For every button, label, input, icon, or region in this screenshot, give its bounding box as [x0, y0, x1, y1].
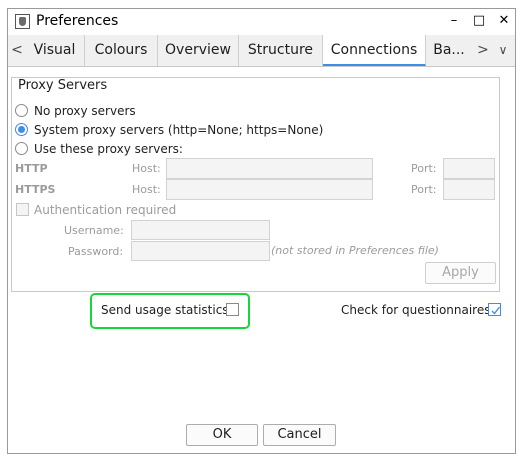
custom-proxy-radio[interactable] — [15, 142, 28, 155]
tab-visual[interactable]: Visual — [25, 35, 85, 66]
tab-structure[interactable]: Structure — [239, 35, 323, 66]
questionnaires-label[interactable]: Check for questionnaires — [341, 303, 490, 317]
minimize-icon[interactable]: – — [445, 13, 463, 29]
tab-colours[interactable]: Colours — [85, 35, 158, 66]
ok-button[interactable]: OK — [186, 424, 258, 446]
no-proxy-radio[interactable] — [15, 104, 28, 117]
checkmark-icon — [491, 306, 501, 315]
authentication-checkbox[interactable] — [16, 203, 29, 216]
username-label: Username: — [64, 224, 124, 237]
system-proxy-radio[interactable] — [15, 123, 28, 136]
http-host-label: Host: — [132, 162, 161, 175]
window-title: Preferences — [36, 13, 119, 29]
password-input[interactable] — [131, 241, 270, 261]
http-port-input[interactable] — [443, 158, 495, 179]
proxy-servers-legend: Proxy Servers — [16, 78, 110, 93]
http-label: HTTP — [15, 162, 48, 175]
app-icon — [15, 14, 30, 29]
apply-button[interactable]: Apply — [425, 262, 496, 284]
password-note: (not stored in Preferences file) — [271, 244, 439, 257]
send-usage-checkbox[interactable] — [226, 303, 239, 316]
https-host-label: Host: — [132, 183, 161, 196]
no-proxy-label[interactable]: No proxy servers — [34, 104, 136, 118]
cancel-button[interactable]: Cancel — [263, 424, 336, 446]
tab-overflow-icon[interactable]: ∨ — [495, 35, 511, 66]
questionnaires-checkbox[interactable] — [488, 303, 501, 316]
password-label: Password: — [68, 245, 124, 258]
username-input[interactable] — [131, 220, 270, 240]
tab-scroll-right-icon[interactable]: > — [475, 35, 491, 66]
https-port-label: Port: — [411, 183, 437, 196]
https-port-input[interactable] — [443, 179, 495, 200]
maximize-icon[interactable]: □ — [470, 13, 488, 29]
https-label: HTTPS — [15, 183, 56, 196]
tab-scroll-left-icon[interactable]: < — [9, 35, 25, 66]
http-port-label: Port: — [411, 162, 437, 175]
https-host-input[interactable] — [166, 179, 373, 200]
system-proxy-label[interactable]: System proxy servers (http=None; https=N… — [34, 123, 323, 137]
close-icon[interactable]: ✕ — [495, 13, 513, 29]
custom-proxy-label[interactable]: Use these proxy servers: — [34, 142, 183, 156]
send-usage-label[interactable]: Send usage statistics — [101, 303, 229, 317]
tab-ba[interactable]: Ba... — [426, 35, 472, 66]
tab-connections[interactable]: Connections — [323, 35, 426, 66]
authentication-label[interactable]: Authentication required — [34, 203, 176, 217]
http-host-input[interactable] — [166, 158, 373, 179]
tab-overview[interactable]: Overview — [158, 35, 239, 66]
